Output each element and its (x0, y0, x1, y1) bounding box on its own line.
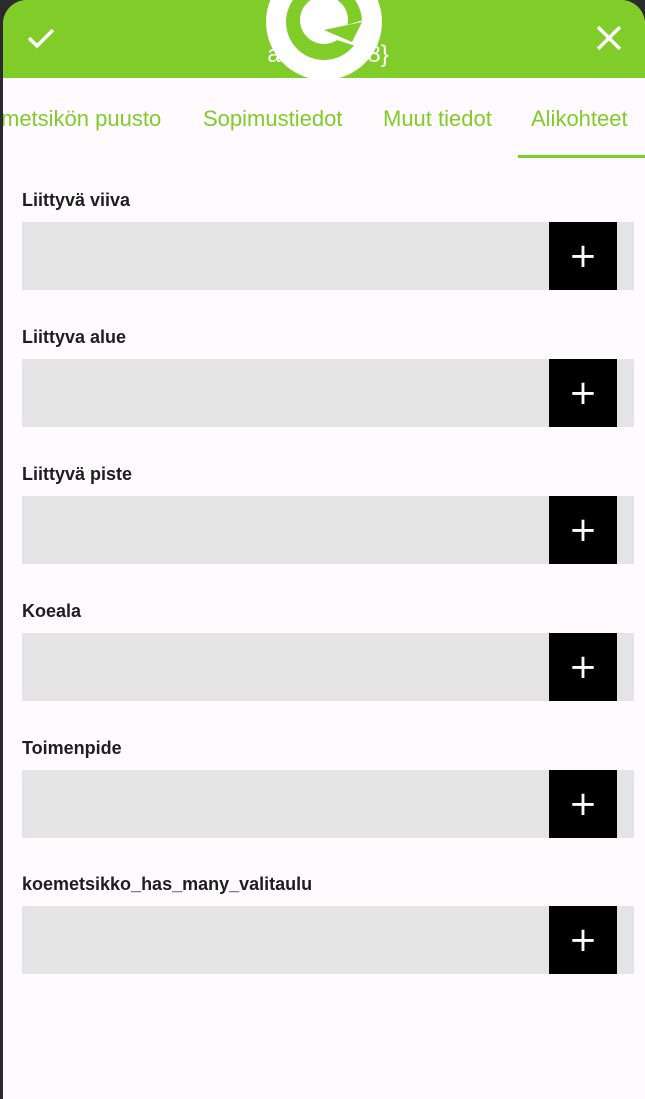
tab-muut-tiedot[interactable]: Muut tiedot (383, 106, 492, 132)
field-label-liittyva-piste: Liittyvä piste (22, 464, 133, 484)
field-label-liittyva-alue: Liittyva alue (22, 327, 127, 347)
add-liittyva-alue-button[interactable]: + (549, 359, 617, 427)
active-tab-indicator (518, 155, 645, 158)
add-toimenpide-button[interactable]: + (549, 770, 617, 838)
field-label-koeala: Koeala (22, 601, 82, 621)
app-logo (266, 0, 382, 80)
close-button[interactable] (583, 12, 635, 64)
form-window: {3ca 4f45- aab8 aa08} metsikön puusto So… (3, 0, 645, 1099)
relation-field-koeala: + (22, 633, 634, 701)
add-koeala-button[interactable]: + (549, 633, 617, 701)
logo-mark-icon (286, 0, 376, 60)
relation-field-liittyva-piste: + (22, 496, 634, 564)
field-label-valitaulu: koemetsikko_has_many_valitaulu (22, 874, 313, 894)
relation-field-liittyva-viiva: + (22, 222, 634, 290)
relation-field-liittyva-alue: + (22, 359, 634, 427)
header-bar: {3ca 4f45- aab8 aa08} (3, 0, 645, 80)
field-label-liittyva-viiva: Liittyvä viiva (22, 190, 131, 210)
tab-bar: metsikön puusto Sopimustiedot Muut tiedo… (3, 82, 645, 160)
tab-alikohteet[interactable]: Alikohteet (531, 106, 628, 132)
add-valitaulu-button[interactable]: + (549, 906, 617, 974)
field-label-toimenpide: Toimenpide (22, 738, 122, 758)
check-icon (27, 28, 55, 49)
add-liittyva-piste-button[interactable]: + (549, 496, 617, 564)
tab-sopimustiedot[interactable]: Sopimustiedot (203, 106, 342, 132)
relation-field-toimenpide: + (22, 770, 634, 838)
close-icon (596, 25, 622, 51)
tab-metsikon-puusto[interactable]: metsikön puusto (3, 106, 161, 132)
confirm-button[interactable] (15, 12, 67, 64)
add-liittyva-viiva-button[interactable]: + (549, 222, 617, 290)
relation-field-valitaulu: + (22, 906, 634, 974)
